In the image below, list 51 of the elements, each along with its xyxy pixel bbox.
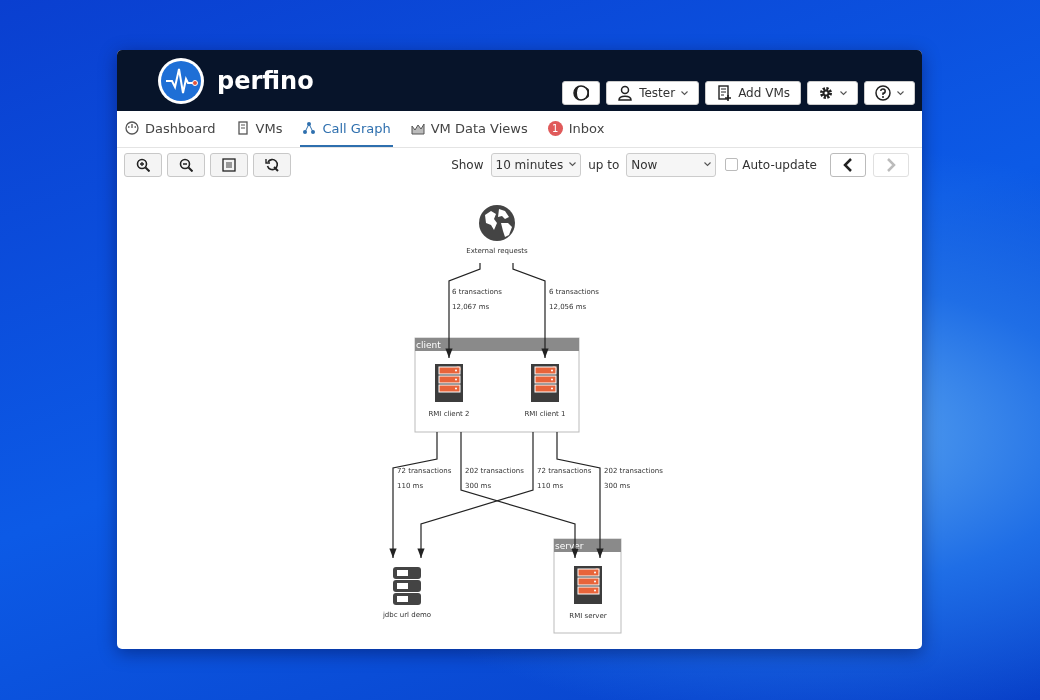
zoom-in-icon	[136, 157, 150, 172]
logo-icon	[157, 56, 205, 105]
help-button[interactable]	[864, 81, 915, 105]
server-icon	[574, 566, 602, 604]
range-dropdown[interactable]: 10 minutes	[490, 152, 582, 177]
show-label: Show	[451, 157, 484, 172]
caret-icon	[704, 162, 712, 167]
tab[interactable]: Call Graph	[300, 111, 393, 147]
theme-button[interactable]	[562, 81, 601, 105]
reset-zoom-icon	[265, 157, 279, 172]
fit-button[interactable]	[210, 152, 248, 177]
document-plus-icon	[716, 85, 733, 101]
app-name: perfino	[217, 66, 314, 95]
settings-icon	[818, 85, 834, 101]
server-icon	[235, 121, 250, 135]
user-icon	[617, 85, 634, 101]
tab[interactable]: 1 Inbox	[545, 111, 607, 147]
gauge-icon	[125, 121, 139, 135]
up-to-label: up to	[588, 157, 620, 172]
tab[interactable]: Dashboard	[123, 111, 218, 147]
graph-icon	[302, 121, 317, 135]
theme-icon	[573, 85, 590, 101]
server-icon	[531, 364, 559, 402]
caret-icon	[569, 162, 577, 167]
tab[interactable]: VMs	[233, 111, 285, 147]
caret-icon	[840, 90, 847, 96]
reset-button[interactable]	[253, 152, 291, 177]
chevron-left-icon	[843, 157, 853, 172]
group-label: server	[555, 541, 584, 551]
database-icon	[393, 567, 421, 605]
chart-icon	[410, 121, 425, 135]
caret-icon	[681, 90, 689, 96]
chevron-right-icon	[886, 157, 896, 172]
tab[interactable]: VM Data Views	[408, 111, 530, 147]
checkbox[interactable]	[725, 158, 739, 171]
add-button[interactable]: Add VMs	[705, 81, 801, 105]
caret-icon	[897, 90, 904, 96]
user-button[interactable]: Tester	[606, 81, 700, 105]
zoom-in-button[interactable]	[124, 152, 162, 177]
checkbox-label: Auto-update	[742, 157, 817, 172]
count-badge: 1	[547, 120, 563, 136]
end-dropdown[interactable]: Now	[626, 152, 717, 177]
group-label: client	[416, 340, 441, 350]
zoom-out-button[interactable]	[167, 152, 205, 177]
settings-button[interactable]	[807, 81, 858, 105]
zoom-out-icon	[179, 157, 193, 172]
globe-icon	[479, 205, 515, 241]
help-icon	[875, 85, 891, 101]
previous-button[interactable]	[830, 152, 866, 177]
fit-icon	[222, 157, 236, 172]
server-icon	[435, 364, 463, 402]
